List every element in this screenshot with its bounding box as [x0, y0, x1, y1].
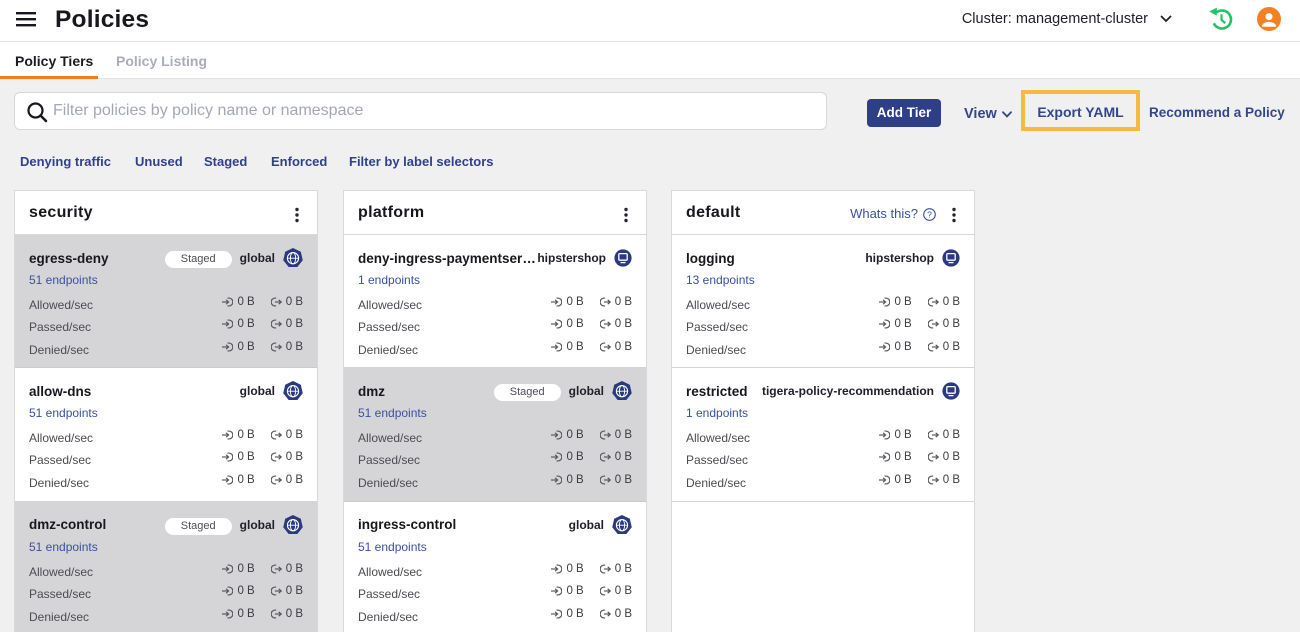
svg-text:?: ? [927, 209, 932, 219]
